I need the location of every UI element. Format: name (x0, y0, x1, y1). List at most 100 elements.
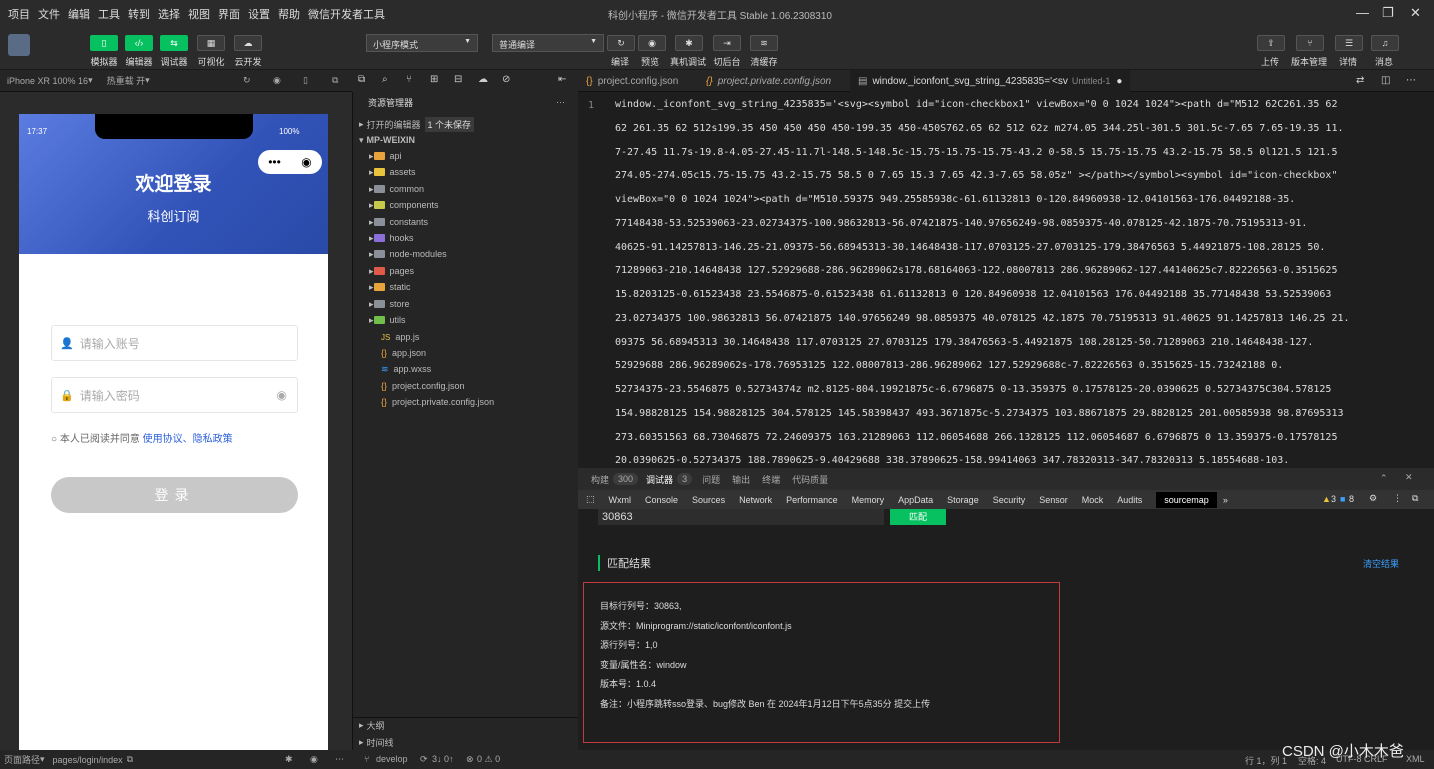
unsaved-dot-icon[interactable]: ● (1116, 76, 1122, 87)
cursor-position[interactable]: 行 1，列 1 (1245, 754, 1287, 767)
file-project-private-config[interactable]: {} project.private.config.json (353, 394, 579, 410)
tab-memory[interactable]: Memory (852, 495, 885, 505)
upload-button[interactable]: ⇪ (1257, 35, 1285, 51)
mode-select[interactable]: 小程序模式 ▼ (366, 34, 478, 52)
menu-project[interactable]: 项目 (8, 6, 30, 22)
tab-project-private-config[interactable]: {} project.private.config.json (698, 70, 839, 92)
visual-button[interactable]: ▦ (197, 35, 225, 51)
extensions-icon[interactable]: ⊞ (430, 74, 438, 85)
tab-code-quality[interactable]: 代码质量 (792, 473, 828, 486)
tab-sources[interactable]: Sources (692, 495, 725, 505)
refresh-icon[interactable]: ↻ (243, 75, 251, 86)
folder-hooks[interactable]: ▸ hooks (353, 230, 579, 246)
editor-toggle-button[interactable]: ‹/› (125, 35, 153, 51)
hot-reload-select[interactable]: 热重载 开 (107, 74, 146, 87)
target-icon[interactable]: ◉ (301, 155, 311, 169)
more-icon[interactable]: ⋮ (1393, 493, 1402, 504)
files-icon[interactable]: ⧉ (358, 74, 365, 85)
cloud-icon[interactable]: ☁ (478, 74, 488, 85)
background-button[interactable]: ⇥ (713, 35, 741, 51)
folder-components[interactable]: ▸ components (353, 197, 579, 213)
tab-audits[interactable]: Audits (1117, 495, 1142, 505)
agreement-links[interactable]: 使用协议、隐私政策 (143, 434, 233, 445)
account-field[interactable]: 👤 请输入账号 (51, 325, 298, 361)
tab-mock[interactable]: Mock (1082, 495, 1104, 505)
tab-untitled[interactable]: ▤ window._iconfont_svg_string_4235835='<s… (850, 70, 1131, 92)
tab-sourcemap[interactable]: sourcemap (1156, 491, 1217, 508)
menu-select[interactable]: 选择 (158, 6, 180, 22)
menu-help[interactable]: 帮助 (278, 6, 300, 22)
plugin-icon[interactable]: ⊘ (502, 74, 510, 85)
tab-network[interactable]: Network (739, 495, 772, 505)
version-button[interactable]: ⑂ (1296, 35, 1324, 51)
folder-static[interactable]: ▸ static (353, 279, 579, 295)
more-icon[interactable]: ··· (556, 97, 565, 107)
outline-section[interactable]: ▸ 大纲 (353, 717, 579, 733)
menu-wechat-devtools[interactable]: 微信开发者工具 (308, 6, 385, 22)
menu-settings[interactable]: 设置 (248, 6, 270, 22)
code-editor[interactable]: 1 window._iconfont_svg_string_4235835='<… (578, 92, 1434, 466)
warning-count[interactable]: 3 (1331, 494, 1336, 504)
search-icon[interactable]: ⌕ (382, 74, 388, 85)
file-project-config[interactable]: {} project.config.json (353, 378, 579, 394)
language-mode[interactable]: XML (1406, 754, 1425, 764)
clear-result-link[interactable]: 清空结果 (1363, 557, 1399, 570)
tab-wxml[interactable]: Wxml (609, 495, 632, 505)
avatar[interactable] (8, 34, 30, 56)
sync-status[interactable]: 3↓ 0↑ (432, 754, 454, 764)
tab-project-config[interactable]: {} project.config.json (578, 70, 686, 92)
file-app-wxss[interactable]: ≋ app.wxss (353, 361, 579, 377)
line-number-input[interactable]: 30863 (598, 509, 884, 525)
file-app-js[interactable]: JS app.js (353, 329, 579, 345)
password-field[interactable]: 🔒 请输入密码 ◉ (51, 377, 298, 413)
detail-button[interactable]: ☰ (1335, 35, 1363, 51)
tab-performance[interactable]: Performance (786, 495, 838, 505)
maximize-icon[interactable]: ❐ (1382, 5, 1394, 21)
timeline-section[interactable]: ▸ 时间线 (353, 734, 579, 750)
git-branch[interactable]: develop (376, 754, 408, 764)
overflow-icon[interactable]: » (1223, 495, 1228, 505)
menu-interface[interactable]: 界面 (218, 6, 240, 22)
compare-icon[interactable]: ⇄ (1356, 75, 1364, 86)
folder-store[interactable]: ▸ store (353, 296, 579, 312)
error-count[interactable]: 8 (1349, 494, 1354, 504)
split-icon[interactable]: ⇤ (558, 74, 566, 85)
eye-icon[interactable]: ◉ (277, 388, 287, 402)
device-select[interactable]: iPhone XR 100% 16 (7, 76, 88, 86)
preview-button[interactable]: ◉ (638, 35, 666, 51)
clear-cache-button[interactable]: ≋ (750, 35, 778, 51)
menu-tools[interactable]: 工具 (98, 6, 120, 22)
folder-constants[interactable]: ▸ constants (353, 214, 579, 230)
close-panel-icon[interactable]: ✕ (1405, 472, 1413, 483)
menu-goto[interactable]: 转到 (128, 6, 150, 22)
gear-icon[interactable]: ⚙ (1369, 493, 1377, 504)
tab-security[interactable]: Security (993, 495, 1026, 505)
tab-build[interactable]: 构建 (591, 473, 609, 486)
phone-icon[interactable]: ▯ (303, 75, 308, 86)
branch-icon[interactable]: ⑂ (406, 74, 412, 85)
split-icon[interactable]: ◫ (1381, 75, 1390, 86)
tab-terminal[interactable]: 终端 (762, 473, 780, 486)
tab-output[interactable]: 输出 (732, 473, 750, 486)
inspect-icon[interactable]: ⬚ (586, 494, 595, 505)
folder-pages[interactable]: ▸ pages (353, 263, 579, 279)
open-editors-section[interactable]: ▸ 打开的编辑器 1 个未保存 (353, 116, 579, 132)
bug-icon[interactable]: ✱ (285, 754, 293, 765)
database-icon[interactable]: ⊟ (454, 74, 462, 85)
tab-debugger[interactable]: 调试器 (646, 473, 673, 486)
login-button[interactable]: 登录 (51, 477, 298, 513)
folder-api[interactable]: ▸ api (353, 148, 579, 164)
eye-icon[interactable]: ◉ (310, 754, 318, 765)
menu-edit[interactable]: 编辑 (68, 6, 90, 22)
tab-storage[interactable]: Storage (947, 495, 979, 505)
more-icon[interactable]: ••• (268, 155, 281, 169)
menu-file[interactable]: 文件 (38, 6, 60, 22)
folder-assets[interactable]: ▸ assets (353, 164, 579, 180)
tab-problems[interactable]: 问题 (702, 473, 720, 486)
match-button[interactable]: 匹配 (890, 509, 946, 525)
problem-status[interactable]: 0 ⚠ 0 (477, 754, 500, 765)
tab-appdata[interactable]: AppData (898, 495, 933, 505)
record-icon[interactable]: ◉ (273, 75, 281, 86)
file-app-json[interactable]: {} app.json (353, 345, 579, 361)
checkbox-icon[interactable]: ○ (51, 434, 57, 445)
